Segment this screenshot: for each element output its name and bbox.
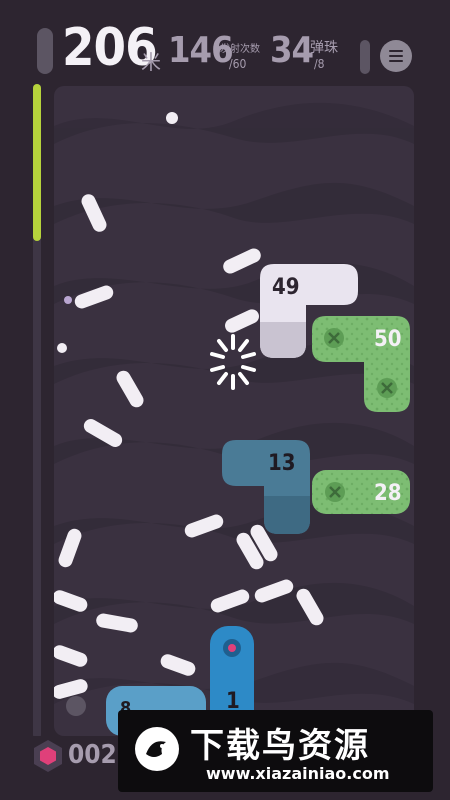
x-icon xyxy=(325,482,345,502)
bird-logo-icon xyxy=(135,727,179,771)
ball xyxy=(57,343,67,353)
menu-button[interactable] xyxy=(380,40,412,72)
shots-max: /60 xyxy=(229,57,247,71)
right-hud-pill xyxy=(360,40,370,74)
playfield-canvas[interactable]: 49 50 13 28 1 8 xyxy=(54,86,414,736)
power-meter xyxy=(33,84,41,739)
block-13-label: 13 xyxy=(268,451,296,476)
block-50-label: 50 xyxy=(374,327,402,352)
block-13: 13 xyxy=(222,440,310,534)
power-meter-fill xyxy=(33,84,41,241)
background-waves xyxy=(54,102,414,704)
x-icon xyxy=(377,378,397,398)
block-28: 28 xyxy=(312,470,410,514)
top-hud: 206 米 146 发射次数 /60 34 弹珠 /8 xyxy=(0,0,450,84)
watermark-title: 下载鸟资源 xyxy=(190,726,370,766)
block-28-label: 28 xyxy=(374,481,402,506)
balls-value: 34 xyxy=(270,30,314,71)
ball xyxy=(64,296,72,304)
bottom-counter: 002 xyxy=(68,740,117,770)
ball xyxy=(66,696,86,716)
balls-max: /8 xyxy=(314,57,325,71)
watermark-url: www.xiazainiao.com xyxy=(206,764,390,783)
block-49-label: 49 xyxy=(272,275,300,300)
left-hud-pill xyxy=(37,28,53,74)
balls-label: 弹珠 xyxy=(310,40,338,56)
playfield[interactable]: 49 50 13 28 1 8 xyxy=(54,86,414,736)
ball xyxy=(166,112,178,124)
shots-label: 发射次数 xyxy=(220,44,260,55)
distance-unit: 米 xyxy=(141,50,161,74)
watermark-banner: 下载鸟资源 www.xiazainiao.com xyxy=(118,710,433,792)
x-icon xyxy=(324,328,344,348)
hexagon-gem-icon xyxy=(34,740,62,772)
target-icon xyxy=(223,639,241,657)
